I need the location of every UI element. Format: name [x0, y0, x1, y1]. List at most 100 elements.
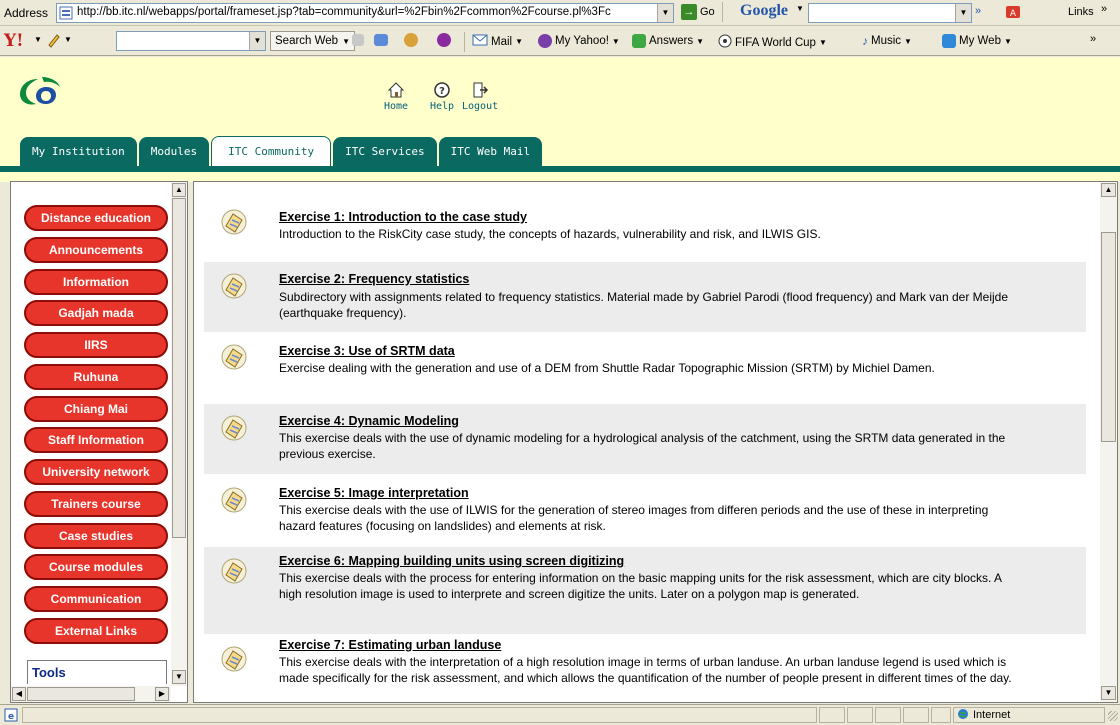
tab-itc-services[interactable]: ITC Services [333, 137, 437, 166]
chevron-down-icon[interactable]: ▼ [64, 35, 72, 44]
content-frame: Exercise 1: Introduction to the case stu… [193, 181, 1118, 703]
status-segment [903, 707, 929, 723]
help-link[interactable]: ? Help [430, 81, 454, 112]
sidebar-horizontal-scrollbar[interactable]: ◀ ▶ [11, 686, 171, 702]
home-link[interactable]: Home [384, 81, 408, 112]
translate-icon[interactable]: A [1005, 4, 1021, 23]
music-note-icon: ♪ [862, 34, 868, 48]
address-dropdown-button[interactable]: ▼ [657, 4, 673, 22]
tools-panel[interactable]: Tools [27, 660, 167, 684]
sidebar-item-announcements[interactable]: Announcements [24, 237, 168, 263]
scroll-thumb[interactable] [27, 687, 135, 701]
exercise-link[interactable]: Exercise 3: Use of SRTM data [279, 344, 455, 358]
address-url: http://bb.itc.nl/webapps/portal/frameset… [77, 6, 611, 18]
portal-header: Home ? Help Logout My Institution Module… [0, 57, 1120, 182]
toolbar-item-label: Music [871, 35, 902, 47]
yahoo-toolbar: Y! ▼ ▼ ▼ Search Web ▼ Mail ▼ My Yahoo! ▼… [0, 26, 1120, 56]
go-label: Go [700, 6, 715, 18]
resize-grip-icon[interactable] [1108, 711, 1118, 721]
status-segment [931, 707, 951, 723]
svg-text:e: e [8, 712, 14, 722]
sidebar-item-chiang-mai[interactable]: Chiang Mai [24, 396, 168, 422]
search-web-button[interactable]: Search Web ▼ [270, 31, 355, 51]
popup-blocker-icon[interactable] [437, 33, 451, 50]
scroll-thumb[interactable] [172, 198, 186, 538]
exercise-link[interactable]: Exercise 6: Mapping building units using… [279, 554, 624, 568]
content-item-icon [220, 272, 248, 300]
eraser-icon[interactable] [352, 34, 364, 49]
soccer-ball-icon [718, 34, 732, 51]
scroll-down-button[interactable]: ▼ [1101, 686, 1116, 700]
sidebar-item-external-links[interactable]: External Links [24, 618, 168, 644]
sidebar-item-iirs[interactable]: IIRS [24, 332, 168, 358]
highlight-icon[interactable] [374, 34, 388, 49]
toolbar-item-mail[interactable]: Mail ▼ [472, 34, 523, 49]
sidebar-item-university-network[interactable]: University network [24, 459, 168, 485]
status-segment [819, 707, 845, 723]
sidebar-vertical-scrollbar[interactable]: ▲ ▼ [171, 182, 187, 686]
scroll-left-button[interactable]: ◀ [12, 687, 26, 701]
tab-itc-web-mail[interactable]: ITC Web Mail [438, 137, 543, 166]
chevron-down-icon: ▼ [818, 38, 827, 47]
exercise-link[interactable]: Exercise 7: Estimating urban landuse [279, 638, 501, 652]
yahoo-logo-icon[interactable]: Y! [4, 31, 24, 51]
sidebar-item-ruhuna[interactable]: Ruhuna [24, 364, 168, 390]
search-web-label: Search Web [275, 35, 339, 47]
ie-page-icon: e [4, 708, 18, 725]
toolbar-item-label: Answers [649, 35, 694, 47]
address-label: Address [4, 6, 49, 20]
pencil-icon[interactable] [46, 32, 62, 51]
yahoo-search-dropdown[interactable]: ▼ [249, 32, 265, 50]
status-zone: Internet [953, 707, 1105, 723]
links-label[interactable]: Links [1068, 6, 1094, 18]
chevron-down-icon[interactable]: ▼ [34, 35, 42, 44]
address-input[interactable]: http://bb.itc.nl/webapps/portal/frameset… [56, 3, 674, 23]
chevron-down-icon: ▼ [696, 36, 705, 46]
sidebar-item-gadjah-mada[interactable]: Gadjah mada [24, 300, 168, 326]
sidebar-item-information[interactable]: Information [24, 269, 168, 295]
google-logo: Google [740, 2, 788, 19]
content-item-icon [220, 208, 248, 236]
tab-itc-community[interactable]: ITC Community [211, 136, 332, 166]
sidebar-item-course-modules[interactable]: Course modules [24, 554, 168, 580]
logout-link[interactable]: Logout [462, 81, 498, 112]
content-item-icon [220, 486, 248, 514]
google-search-input[interactable]: ▼ [808, 3, 972, 23]
exercise-link[interactable]: Exercise 4: Dynamic Modeling [279, 414, 459, 428]
yahoo-search-input[interactable]: ▼ [116, 31, 266, 51]
divider [464, 32, 467, 52]
toolbar-item-music[interactable]: ♪ Music ▼ [862, 34, 912, 48]
toolbar-item-answers[interactable]: Answers ▼ [632, 34, 704, 48]
logout-icon [462, 81, 498, 101]
scroll-up-button[interactable]: ▲ [1101, 183, 1116, 197]
sidebar-item-case-studies[interactable]: Case studies [24, 523, 168, 549]
google-dropdown-icon[interactable]: ▼ [796, 4, 804, 13]
antispy-icon[interactable] [404, 33, 418, 50]
scroll-right-button[interactable]: ▶ [155, 687, 169, 701]
sidebar-item-trainers-course[interactable]: Trainers course [24, 491, 168, 517]
exercise-description: This exercise deals with the interpretat… [279, 655, 1012, 685]
sidebar-item-distance-education[interactable]: Distance education [24, 205, 168, 231]
google-search-dropdown[interactable]: ▼ [955, 4, 971, 22]
chevron-right-icon[interactable]: » [975, 5, 981, 17]
chevron-right-icon[interactable]: » [1090, 33, 1096, 45]
sidebar-item-staff-information[interactable]: Staff Information [24, 427, 168, 453]
content-vertical-scrollbar[interactable]: ▲ ▼ [1100, 182, 1117, 702]
exercise-link[interactable]: Exercise 5: Image interpretation [279, 486, 469, 500]
exercise-link[interactable]: Exercise 2: Frequency statistics [279, 272, 469, 286]
exercise-link[interactable]: Exercise 1: Introduction to the case stu… [279, 210, 527, 224]
scroll-thumb[interactable] [1101, 232, 1116, 442]
content-item-icon [220, 414, 248, 442]
tab-my-institution[interactable]: My Institution [20, 137, 137, 166]
status-segment [875, 707, 901, 723]
toolbar-item-label: Mail [491, 35, 513, 48]
chevron-right-icon[interactable]: » [1101, 3, 1107, 15]
toolbar-item-my-web[interactable]: My Web ▼ [942, 34, 1012, 48]
toolbar-item-fifa-world-cup[interactable]: FIFA World Cup ▼ [718, 34, 827, 51]
scroll-up-button[interactable]: ▲ [172, 183, 186, 197]
sidebar-item-communication[interactable]: Communication [24, 586, 168, 612]
go-button[interactable]: → Go [681, 4, 715, 20]
tab-modules[interactable]: Modules [138, 137, 210, 166]
scroll-down-button[interactable]: ▼ [172, 670, 186, 684]
toolbar-item-my-yahoo[interactable]: My Yahoo! ▼ [538, 34, 620, 48]
